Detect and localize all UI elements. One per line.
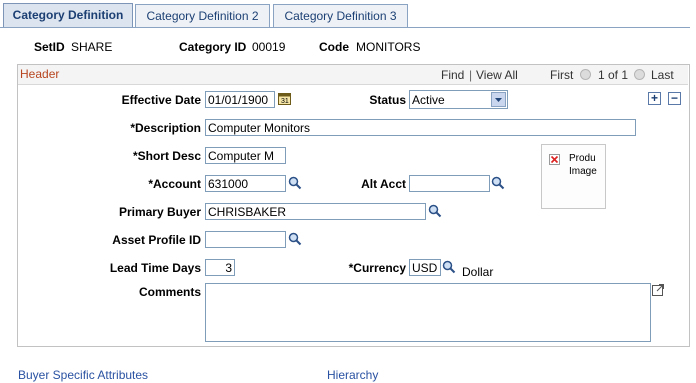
- lead-time-input[interactable]: 3: [205, 259, 235, 276]
- expand-textarea-icon[interactable]: [652, 283, 665, 296]
- alt-acct-label: Alt Acct: [361, 177, 406, 191]
- description-label: *Description: [130, 121, 201, 135]
- category-id-value: 00019: [252, 40, 286, 54]
- primary-buyer-search-icon[interactable]: [428, 204, 442, 218]
- account-input[interactable]: 631000: [205, 175, 286, 192]
- asset-profile-search-icon[interactable]: [288, 232, 302, 246]
- previous-icon[interactable]: [580, 69, 591, 80]
- product-image-alt-2: Image: [569, 166, 597, 177]
- tab-category-definition[interactable]: Category Definition: [3, 3, 133, 28]
- currency-label: *Currency: [348, 261, 406, 275]
- first-label[interactable]: First: [550, 68, 573, 82]
- code-label: Code: [319, 40, 349, 54]
- view-all-link[interactable]: View All: [476, 68, 518, 82]
- comments-label: Comments: [138, 285, 201, 299]
- status-select[interactable]: Active: [409, 90, 508, 109]
- account-search-icon[interactable]: [288, 176, 302, 190]
- currency-search-icon[interactable]: [442, 260, 456, 274]
- status-value: Active: [412, 93, 445, 107]
- alt-acct-input[interactable]: [409, 175, 490, 192]
- hierarchy-link[interactable]: Hierarchy: [327, 368, 378, 382]
- short-desc-label: *Short Desc: [132, 149, 201, 163]
- product-image: Produ Image: [541, 144, 606, 209]
- primary-buyer-input[interactable]: CHRISBAKER: [205, 203, 426, 220]
- row-range: 1 of 1: [598, 68, 629, 82]
- account-label: *Account: [148, 177, 201, 191]
- header-title: Header: [20, 67, 60, 81]
- effective-date-input[interactable]: 01/01/1900: [205, 91, 275, 108]
- chevron-down-icon[interactable]: [491, 92, 506, 107]
- delete-row-button[interactable]: −: [668, 92, 681, 105]
- svg-text:31: 31: [281, 98, 289, 105]
- description-input[interactable]: Computer Monitors: [205, 119, 636, 136]
- tab-bar-divider: [0, 27, 690, 28]
- alt-acct-search-icon[interactable]: [491, 176, 505, 190]
- buyer-specific-attributes-link[interactable]: Buyer Specific Attributes: [18, 368, 148, 382]
- find-link[interactable]: Find: [441, 68, 464, 82]
- calendar-icon[interactable]: 31: [278, 92, 291, 105]
- product-image-alt-1: Produ: [569, 153, 596, 164]
- code-value: MONITORS: [356, 40, 421, 54]
- tab-category-definition-2[interactable]: Category Definition 2: [135, 4, 270, 27]
- currency-description: Dollar: [462, 265, 494, 279]
- category-id-label: Category ID: [179, 40, 247, 54]
- next-icon[interactable]: [634, 69, 645, 80]
- last-label[interactable]: Last: [651, 68, 674, 82]
- tab-category-definition-3[interactable]: Category Definition 3: [273, 4, 408, 27]
- setid-label: SetID: [34, 40, 65, 54]
- effective-date-label: Effective Date: [121, 93, 201, 107]
- short-desc-input[interactable]: Computer M: [205, 147, 286, 164]
- add-row-button[interactable]: +: [648, 92, 661, 105]
- comments-textarea[interactable]: [205, 283, 651, 342]
- nav-separator: |: [469, 68, 473, 82]
- setid-value: SHARE: [71, 40, 113, 54]
- status-label: Status: [369, 93, 406, 107]
- primary-buyer-label: Primary Buyer: [118, 205, 201, 219]
- asset-profile-input[interactable]: [205, 231, 286, 248]
- lead-time-label: Lead Time Days: [109, 261, 201, 275]
- asset-profile-label: Asset Profile ID: [112, 233, 201, 247]
- broken-image-icon: [549, 154, 560, 165]
- currency-input[interactable]: USD: [409, 259, 441, 276]
